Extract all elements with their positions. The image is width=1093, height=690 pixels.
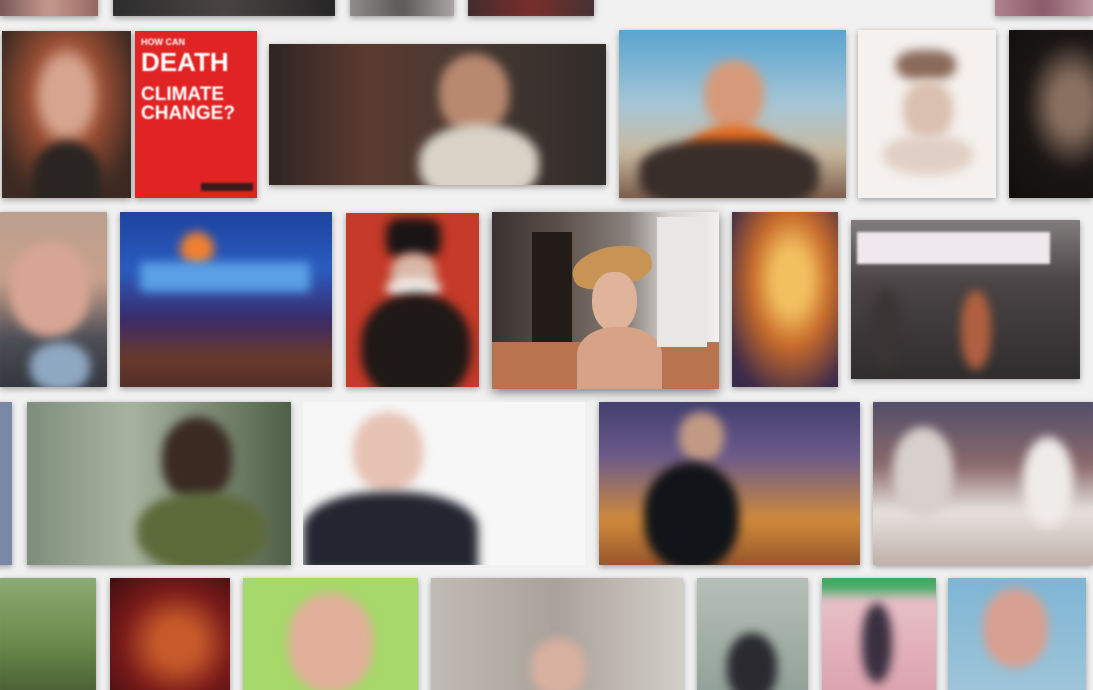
image-result[interactable] xyxy=(619,30,846,198)
image-result[interactable] xyxy=(303,402,585,565)
image-result-focused[interactable] xyxy=(492,212,719,389)
image-result[interactable] xyxy=(113,0,335,16)
image-result[interactable] xyxy=(346,213,479,387)
image-result[interactable] xyxy=(599,402,860,565)
poster-line-4: Change? xyxy=(141,103,235,124)
poster-line-3: Climate xyxy=(141,84,225,105)
image-result[interactable] xyxy=(697,578,808,690)
image-result[interactable] xyxy=(851,220,1080,379)
image-result[interactable] xyxy=(0,212,107,387)
image-result[interactable] xyxy=(0,402,12,565)
image-result[interactable] xyxy=(269,44,606,185)
image-result[interactable] xyxy=(27,402,291,565)
image-result[interactable] xyxy=(858,30,996,198)
image-result[interactable] xyxy=(243,578,418,690)
image-result[interactable] xyxy=(0,0,98,16)
image-result[interactable] xyxy=(350,0,454,16)
image-result[interactable] xyxy=(873,402,1093,565)
image-result[interactable] xyxy=(995,0,1093,16)
image-result[interactable] xyxy=(110,578,230,690)
image-results-grid: How can Death Climate Change? xyxy=(0,0,1093,690)
poster-line-2: Death xyxy=(141,47,229,77)
image-result[interactable] xyxy=(431,578,683,690)
image-result[interactable] xyxy=(948,578,1086,690)
image-result-poster[interactable]: How can Death Climate Change? xyxy=(135,31,257,198)
poster-line-1: How can xyxy=(141,37,185,47)
banner xyxy=(857,232,1050,264)
image-result[interactable] xyxy=(468,0,594,16)
image-result[interactable] xyxy=(0,578,96,690)
image-result[interactable] xyxy=(822,578,936,690)
image-result[interactable] xyxy=(1009,30,1093,198)
image-result[interactable] xyxy=(120,212,332,387)
image-result[interactable] xyxy=(2,31,131,198)
image-result[interactable] xyxy=(732,212,838,387)
